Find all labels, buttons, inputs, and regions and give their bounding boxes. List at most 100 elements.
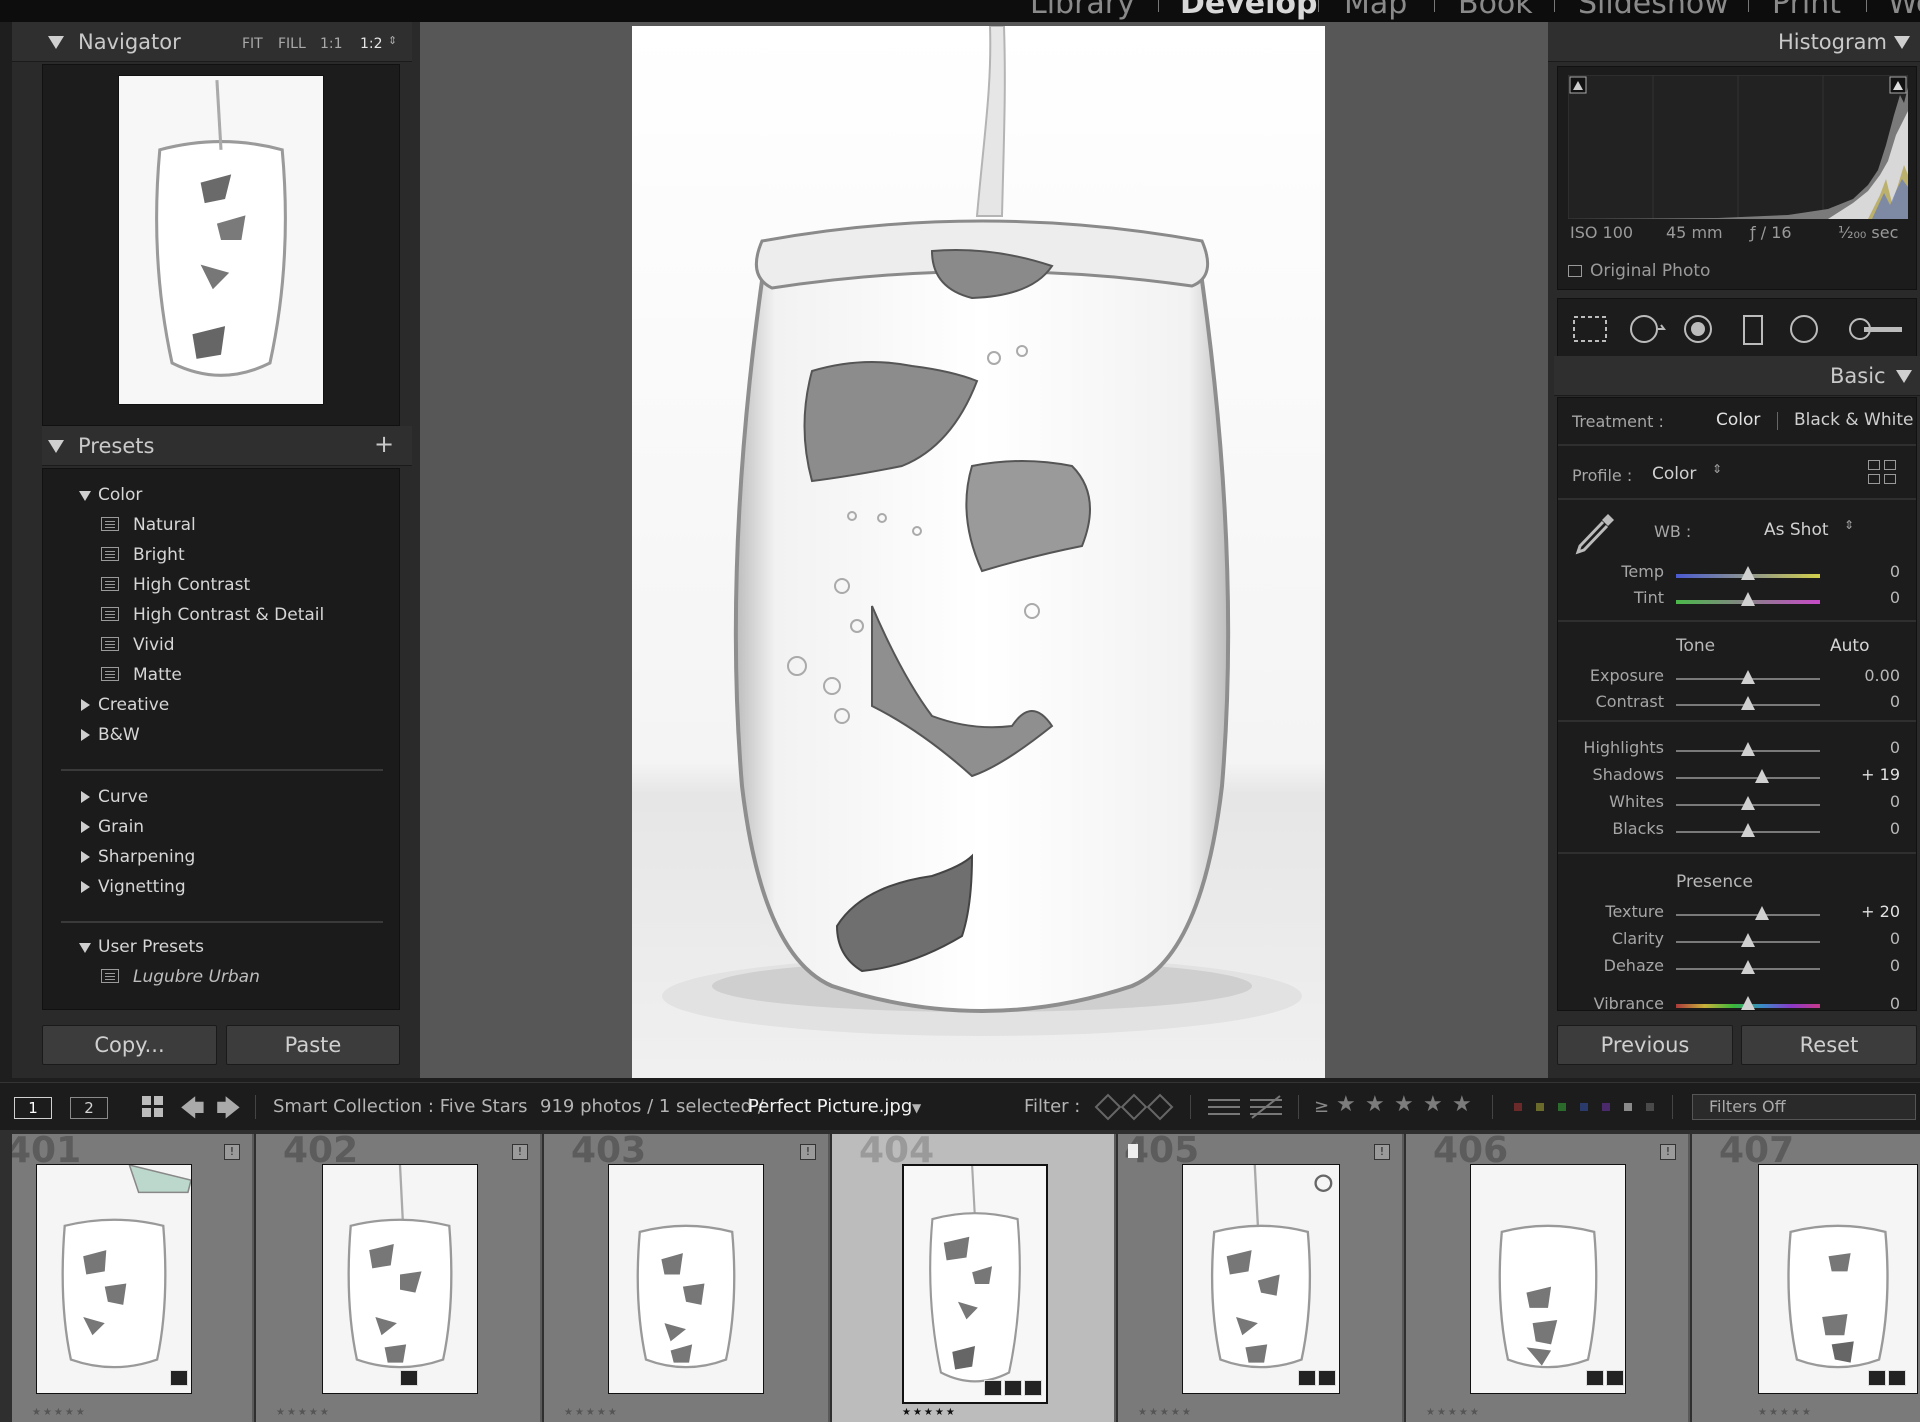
highlights-value[interactable]: 0 (1840, 738, 1900, 757)
preset-item-lugubre-urban[interactable]: Lugubre Urban (133, 967, 260, 987)
eyedropper-icon[interactable] (1570, 508, 1620, 558)
texture-value[interactable]: + 20 (1840, 902, 1900, 921)
cell-rating[interactable]: ★★★★★ (276, 1407, 331, 1418)
cell-rating[interactable]: ★★★★★ (1138, 1407, 1193, 1418)
filter-preset-select[interactable]: Filters Off (1692, 1094, 1916, 1120)
rating-filter-star-icon[interactable]: ★ (1336, 1092, 1356, 1117)
preset-group-curve[interactable]: Curve (98, 787, 148, 807)
shadows-value[interactable]: + 19 (1840, 765, 1900, 784)
radial-filter-icon[interactable] (1790, 315, 1818, 343)
module-library[interactable]: Library (1030, 0, 1135, 21)
flag-badge-icon[interactable]: ! (800, 1144, 816, 1160)
module-develop[interactable]: Develop (1180, 0, 1318, 21)
exposure-value[interactable]: 0.00 (1840, 666, 1900, 685)
collapse-triangle-icon[interactable] (48, 440, 64, 453)
vibrance-slider-thumb[interactable] (1741, 996, 1755, 1010)
rating-filter-star-icon[interactable]: ★ (1423, 1092, 1443, 1117)
rating-filter-star-icon[interactable]: ★ (1452, 1092, 1472, 1117)
exposure-slider-thumb[interactable] (1741, 670, 1755, 684)
expand-triangle-icon[interactable] (81, 699, 90, 711)
treatment-color-option[interactable]: Color (1716, 410, 1760, 430)
flag-badge-icon[interactable]: ! (224, 1144, 240, 1160)
tone-auto-button[interactable]: Auto (1830, 636, 1869, 656)
cell-rating[interactable]: ★★★★★ (1758, 1407, 1813, 1418)
secondary-window-button[interactable]: 2 (70, 1097, 108, 1119)
filmstrip-cell[interactable]: 406 ! ★★★★★ (1406, 1134, 1690, 1422)
dehaze-slider-thumb[interactable] (1741, 960, 1755, 974)
previous-button[interactable]: Previous (1557, 1025, 1733, 1065)
graduated-filter-icon[interactable] (1743, 315, 1763, 345)
collapse-triangle-icon[interactable] (48, 36, 64, 49)
preset-item-high-contrast[interactable]: High Contrast (133, 575, 250, 595)
red-eye-icon[interactable] (1684, 315, 1712, 343)
contrast-slider-thumb[interactable] (1741, 696, 1755, 710)
shadows-slider-thumb[interactable] (1754, 769, 1769, 783)
selected-filename[interactable]: Perfect Picture.jpg (748, 1096, 912, 1117)
zoom-stepper-icon[interactable]: ⇕ (388, 34, 397, 47)
preset-group-color[interactable]: Color (98, 485, 142, 505)
preset-group-bw[interactable]: B&W (98, 725, 140, 745)
spot-removal-icon[interactable] (1630, 315, 1666, 343)
profile-select[interactable]: Color (1652, 464, 1696, 484)
preset-group-grain[interactable]: Grain (98, 817, 144, 837)
whites-value[interactable]: 0 (1840, 792, 1900, 811)
back-arrow-icon[interactable]: 🡄 (180, 1091, 205, 1132)
basic-header[interactable]: Basic (1554, 356, 1920, 396)
preset-item-bright[interactable]: Bright (133, 545, 185, 565)
preset-group-user-presets[interactable]: User Presets (98, 937, 204, 957)
paste-button[interactable]: Paste (226, 1025, 400, 1065)
highlights-slider-thumb[interactable] (1741, 742, 1755, 756)
clarity-slider-thumb[interactable] (1741, 933, 1755, 947)
rating-filter-star-icon[interactable]: ★ (1394, 1092, 1414, 1117)
filmstrip-cell[interactable]: 405 ! ★★★★★ (1118, 1134, 1404, 1422)
cell-rating[interactable]: ★★★★★ (902, 1407, 957, 1418)
preset-item-matte[interactable]: Matte (133, 665, 182, 685)
expand-triangle-icon[interactable] (79, 943, 91, 953)
forward-arrow-icon[interactable]: 🡆 (216, 1091, 241, 1132)
histogram-graph[interactable] (1568, 75, 1908, 219)
preset-item-natural[interactable]: Natural (133, 515, 196, 535)
temp-value[interactable]: 0 (1840, 562, 1900, 581)
collapse-triangle-icon[interactable] (1896, 370, 1912, 383)
expand-triangle-icon[interactable] (81, 791, 90, 803)
module-slideshow[interactable]: Slideshow (1578, 0, 1729, 21)
filmstrip-cell[interactable]: 401 ! ★★★★★ (12, 1134, 254, 1422)
cell-rating[interactable]: ★★★★★ (564, 1407, 619, 1418)
wb-select[interactable]: As Shot (1764, 520, 1829, 540)
main-photo[interactable] (632, 26, 1325, 1078)
cell-rating[interactable]: ★★★★★ (32, 1407, 87, 1418)
wb-chevron-icon[interactable]: ⇕ (1844, 518, 1854, 532)
crop-tool-icon[interactable] (1573, 316, 1607, 342)
rating-operator[interactable]: ≥ (1314, 1096, 1329, 1117)
module-web[interactable]: Web (1888, 0, 1920, 21)
presets-header[interactable]: Presets + (42, 426, 412, 466)
zoom-fit[interactable]: FIT (242, 36, 263, 52)
filename-dropdown-icon[interactable]: ▼ (912, 1101, 921, 1115)
copy-button[interactable]: Copy... (42, 1025, 217, 1065)
filmstrip-cell[interactable]: 403 ! ★★★★★ (544, 1134, 830, 1422)
color-label-yellow-filter[interactable] (1536, 1103, 1544, 1111)
tint-value[interactable]: 0 (1840, 588, 1900, 607)
color-label-blue-filter[interactable] (1580, 1103, 1588, 1111)
add-preset-icon[interactable]: + (374, 430, 394, 458)
dehaze-value[interactable]: 0 (1840, 956, 1900, 975)
preset-group-vignetting[interactable]: Vignetting (98, 877, 186, 897)
clarity-value[interactable]: 0 (1840, 929, 1900, 948)
preset-group-creative[interactable]: Creative (98, 695, 169, 715)
edit-filter-icons[interactable] (1206, 1092, 1286, 1122)
profile-chevron-icon[interactable]: ⇕ (1712, 462, 1722, 476)
histogram-header[interactable]: Histogram (1548, 22, 1920, 62)
preset-item-vivid[interactable]: Vivid (133, 635, 175, 655)
flag-badge-icon[interactable]: ! (1660, 1144, 1676, 1160)
color-label-red-filter[interactable] (1514, 1103, 1522, 1111)
profile-browser-icon[interactable] (1868, 460, 1898, 486)
preset-group-sharpening[interactable]: Sharpening (98, 847, 195, 867)
whites-slider-thumb[interactable] (1741, 796, 1755, 810)
module-print[interactable]: Print (1772, 0, 1841, 21)
color-label-custom-filter[interactable] (1624, 1103, 1632, 1111)
reset-button[interactable]: Reset (1741, 1025, 1917, 1065)
module-map[interactable]: Map (1344, 0, 1407, 21)
filmstrip-cell[interactable]: 402 ! ★★★★★ (256, 1134, 542, 1422)
primary-window-button[interactable]: 1 (14, 1097, 52, 1119)
shadows-slider-track[interactable] (1676, 777, 1820, 779)
